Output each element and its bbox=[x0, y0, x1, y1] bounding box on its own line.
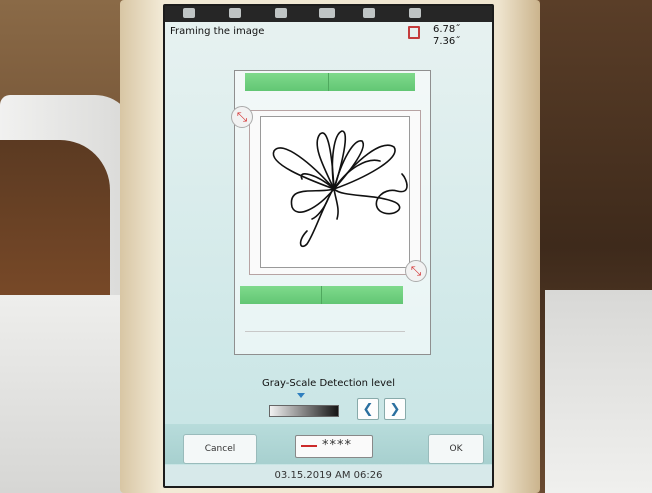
resize-handle-top-left[interactable]: ⤡ bbox=[231, 106, 253, 128]
camera-icon[interactable] bbox=[363, 8, 375, 18]
clamp-divider bbox=[328, 73, 329, 91]
wifi-icon[interactable] bbox=[183, 8, 195, 18]
crop-frame[interactable] bbox=[249, 110, 421, 275]
datetime-footer: 03.15.2019 AM 06:26 bbox=[165, 465, 492, 486]
sewing-machine-base bbox=[0, 295, 130, 493]
background-wall bbox=[545, 290, 652, 493]
password-value: **** bbox=[322, 438, 352, 453]
grayscale-slider[interactable] bbox=[269, 405, 339, 417]
status-bar bbox=[165, 6, 492, 22]
clamp-divider bbox=[321, 286, 322, 304]
password-field[interactable]: **** bbox=[295, 435, 373, 458]
ok-button[interactable]: OK bbox=[428, 434, 484, 464]
page-title: Framing the image bbox=[170, 26, 265, 37]
menu-icon[interactable] bbox=[275, 8, 287, 18]
sewing-machine-arm-opening bbox=[0, 140, 110, 310]
flower-line-drawing bbox=[272, 130, 408, 248]
frame-size-icon bbox=[408, 26, 420, 39]
resize-diagonal-icon: ⤡ bbox=[410, 263, 422, 279]
pen-icon bbox=[301, 445, 317, 447]
resize-diagonal-icon: ⤡ bbox=[236, 109, 248, 125]
resize-handle-bottom-right[interactable]: ⤡ bbox=[405, 260, 427, 282]
grayscale-decrease-button[interactable]: ❮ bbox=[357, 398, 379, 420]
chevron-left-icon: ❮ bbox=[362, 401, 374, 417]
grayscale-increase-button[interactable]: ❯ bbox=[384, 398, 406, 420]
cancel-button[interactable]: Cancel bbox=[183, 434, 257, 464]
hoop-clamp-bottom bbox=[240, 286, 403, 304]
hoop-clamp-top bbox=[245, 73, 415, 91]
device-screen: Framing the image 6.78˝ 7.36˝ ⤡ ⤡ Gray-S… bbox=[163, 4, 494, 488]
settings-icon[interactable] bbox=[319, 8, 335, 18]
width-readout: 6.78˝ bbox=[433, 24, 461, 35]
height-readout: 7.36˝ bbox=[433, 36, 461, 47]
grayscale-level-marker bbox=[296, 393, 305, 398]
grayscale-label: Gray-Scale Detection level bbox=[262, 378, 395, 389]
home-icon[interactable] bbox=[229, 8, 241, 18]
hoop-guide-line bbox=[245, 331, 405, 332]
help-icon[interactable] bbox=[409, 8, 421, 18]
chevron-right-icon: ❯ bbox=[389, 401, 401, 417]
